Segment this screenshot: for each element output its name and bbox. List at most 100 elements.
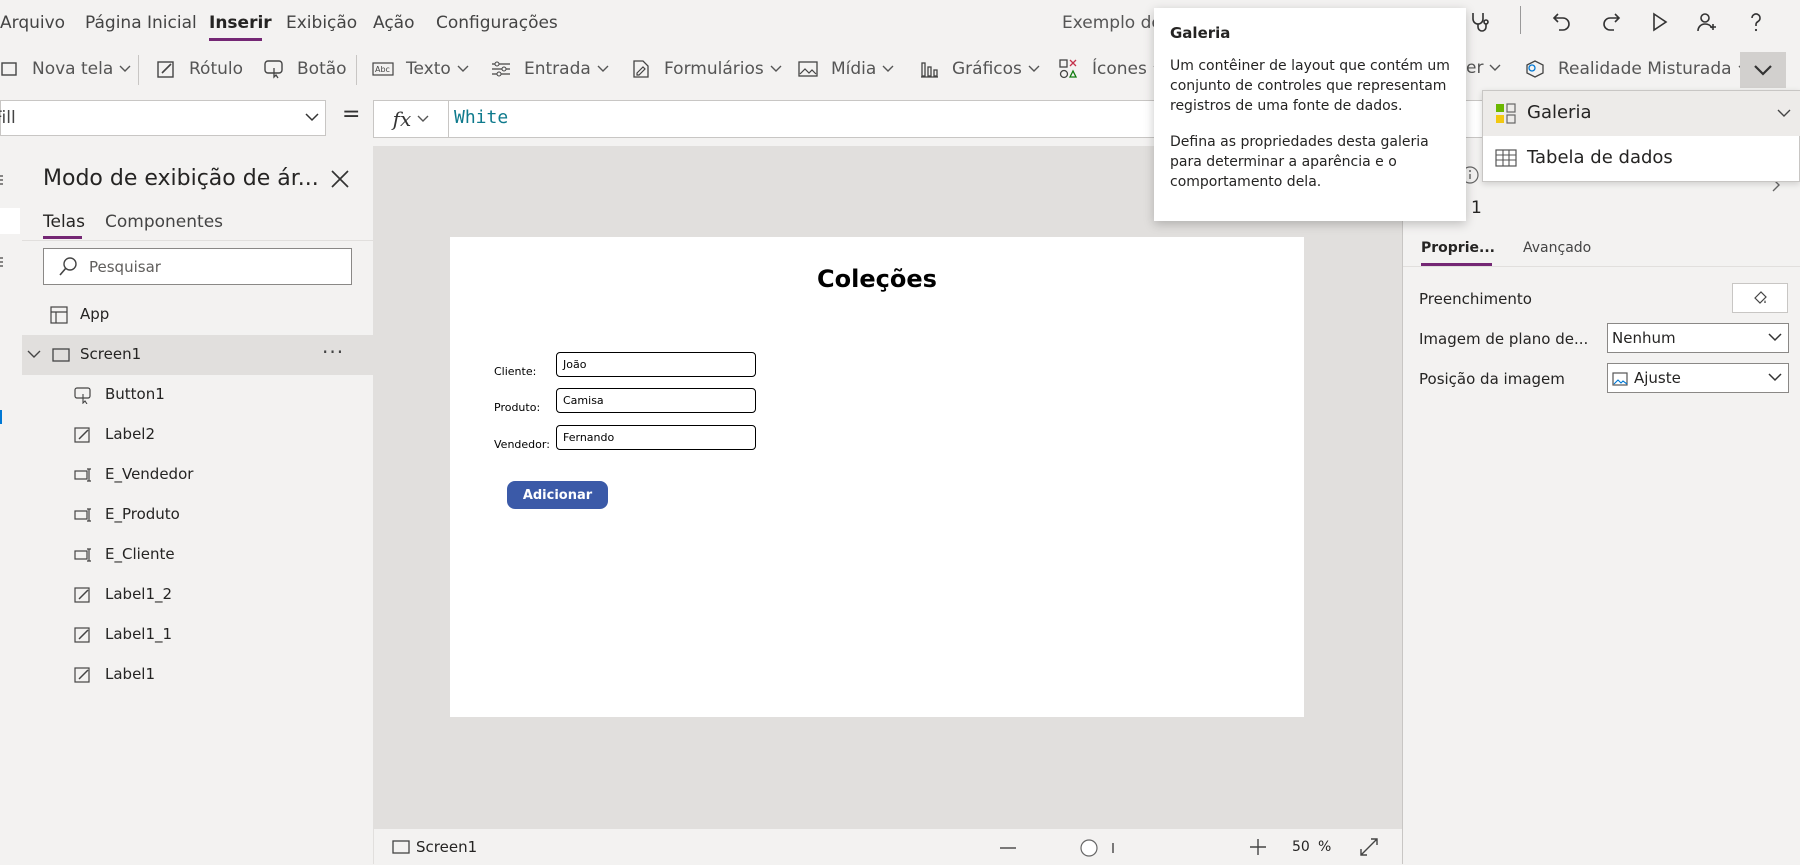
menu-exibicao[interactable]: Exibição [286,13,357,33]
menu-active-underline [209,38,262,41]
produto-input[interactable]: Camisa [556,388,756,413]
cliente-label[interactable]: Cliente: [494,365,536,378]
zoom-slider[interactable] [1079,838,1119,858]
tab-avancado[interactable]: Avançado [1523,240,1591,256]
chevron-down-icon [27,349,41,359]
tab-componentes[interactable]: Componentes [105,212,223,232]
tree-item-button1[interactable]: Button1 [22,375,373,415]
ribbon-item-partial-label: er [1466,58,1484,78]
menu-bar: Arquivo Página Inicial Inserir Exibição … [0,0,1800,48]
more-options-icon[interactable]: ··· [322,340,344,364]
tree-item-label1_1[interactable]: Label1_1 [22,615,373,655]
tree-item-e_produto[interactable]: E_Produto [22,495,373,535]
new-screen-button[interactable]: Nova tela [0,58,131,80]
tree-item-e_vendedor[interactable]: E_Vendedor [22,455,373,495]
rail-insert-icon[interactable] [0,256,4,268]
icons-button[interactable]: Ícones [1058,58,1165,80]
tree-search-input[interactable]: Pesquisar [43,248,352,285]
label-button[interactable]: Rótulo [155,58,243,80]
produto-label[interactable]: Produto: [494,401,540,414]
left-rail [0,146,23,864]
app-icon [50,306,68,324]
toolbar-separator [1520,6,1521,34]
menu-configuracoes[interactable]: Configurações [436,13,558,33]
app-screen[interactable]: Coleções Cliente: João Produto: Camisa V… [450,237,1304,717]
menu-acao[interactable]: Ação [373,13,415,33]
image-position-select[interactable]: Ajuste [1607,363,1789,393]
chevron-down-icon [1777,109,1791,118]
tab-propriedades[interactable]: Proprie... [1421,240,1495,256]
close-icon[interactable] [329,168,353,192]
adicionar-button[interactable]: Adicionar [507,481,608,509]
fit-to-window-icon[interactable] [1359,837,1379,857]
menu-arquivo[interactable]: Arquivo [0,13,65,33]
zoom-unit: % [1318,839,1332,855]
label-control-icon [74,626,92,644]
play-icon[interactable] [1643,6,1675,38]
button-label: Botão [297,59,347,79]
formula-value[interactable]: White [454,107,508,128]
menu-pagina-inicial[interactable]: Página Inicial [85,13,197,33]
forms-button[interactable]: Formulários [630,58,782,80]
chevron-down-icon [1028,65,1040,73]
tree-item-label: Screen1 [80,345,142,363]
tab-active-underline [43,236,82,239]
fx-button[interactable]: fx [374,101,449,137]
text-button[interactable]: Abc Texto [372,58,469,80]
cliente-input[interactable]: João [556,352,756,377]
text-label: Texto [406,59,451,79]
rail-selected-item[interactable] [0,208,20,234]
tree-view-title: Modo de exibição de ár... [43,166,319,191]
text-icon: Abc [372,58,394,80]
media-button[interactable]: Mídia [797,58,894,80]
button-button[interactable]: Botão [263,58,347,80]
zoom-in-icon[interactable] [1250,839,1266,855]
mixed-reality-icon [1524,58,1546,80]
fill-color-picker[interactable] [1732,283,1788,313]
image-position-value: Ajuste [1634,369,1681,387]
undo-icon[interactable] [1546,6,1578,38]
screen-icon [52,346,70,364]
chevron-down-icon [1768,373,1782,382]
background-image-value: Nenhum [1612,329,1676,347]
background-image-select[interactable]: Nenhum [1607,323,1789,353]
rail-tree-icon[interactable] [0,174,4,186]
property-selector-value: Fill [0,108,16,128]
app-checker-icon[interactable] [1464,6,1496,38]
textinput-control-icon [74,546,92,564]
menu-inserir[interactable]: Inserir [209,13,272,33]
share-user-icon[interactable] [1691,6,1723,38]
zoom-out-icon[interactable] [1000,846,1016,850]
tree-item-label1[interactable]: Label1 [22,655,373,695]
redo-icon[interactable] [1595,6,1627,38]
tree-item-label: Label1_2 [105,585,173,603]
chevron-down-icon [597,65,609,73]
background-image-label: Imagem de plano de... [1419,330,1589,348]
mixed-reality-button[interactable]: Realidade Misturada [1524,58,1750,80]
media-icon [797,58,819,80]
tab-telas[interactable]: Telas [43,212,85,232]
input-icon [490,58,512,80]
input-button[interactable]: Entrada [490,58,609,80]
property-selector[interactable]: Fill [0,100,326,136]
charts-button[interactable]: Gráficos [918,58,1040,80]
ribbon-item-partial[interactable]: er [1466,58,1501,78]
menu-item-tabela-de-dados[interactable]: Tabela de dados [1483,136,1800,181]
current-screen-label[interactable]: Screen1 [416,838,477,856]
screen-icon [392,839,410,855]
fx-label: fx [392,107,412,131]
vendedor-input[interactable]: Fernando [556,425,756,450]
status-bar: Screen1 50 % [374,828,1402,865]
tree-item-label1_2[interactable]: Label1_2 [22,575,373,615]
vendedor-label[interactable]: Vendedor: [494,438,550,451]
menu-item-galeria[interactable]: Galeria [1483,91,1800,136]
tree-item-screen1[interactable]: Screen1 ··· [22,335,373,375]
tree-item-app[interactable]: App [22,295,373,335]
icons-icon [1058,58,1080,80]
tree-item-e_cliente[interactable]: E_Cliente [22,535,373,575]
properties-panel: 1 Proprie... Avançado Preenchimento Imag… [1402,146,1800,864]
help-icon[interactable] [1740,6,1772,38]
ribbon-expand-button[interactable] [1740,52,1786,88]
tree-item-label2[interactable]: Label2 [22,415,373,455]
screen-title-label[interactable]: Coleções [450,265,1304,293]
